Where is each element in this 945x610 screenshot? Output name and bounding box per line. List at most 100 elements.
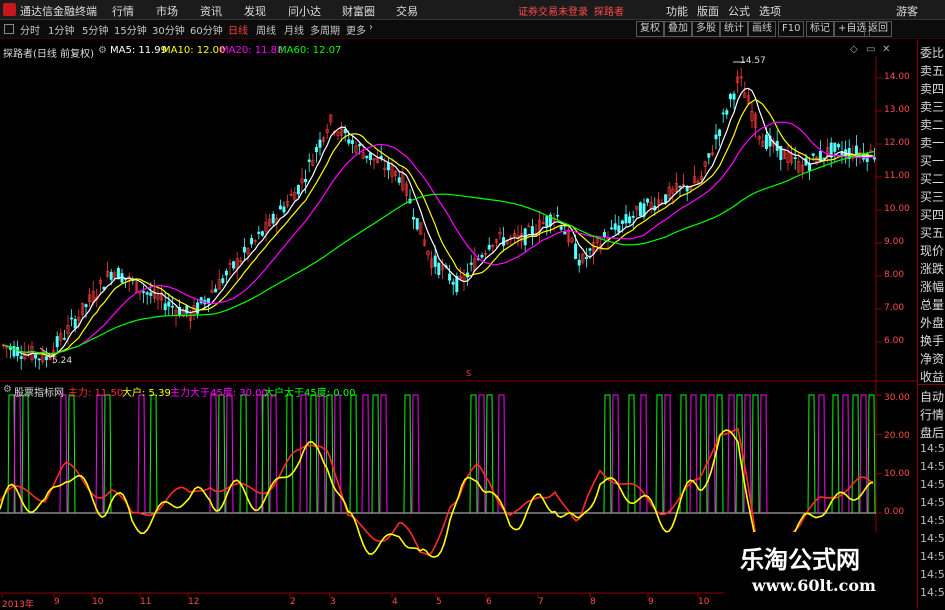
price-tick: 13.00 — [884, 105, 910, 115]
panel-item[interactable]: 总量 — [920, 296, 944, 313]
candle-body — [487, 244, 491, 250]
menu-item-quotes[interactable]: 行情 — [112, 3, 134, 19]
menu-item-trade[interactable]: 交易 — [396, 3, 418, 19]
panel-item[interactable]: 涨跌 — [920, 260, 944, 277]
panel-item[interactable]: 卖五 — [920, 62, 944, 79]
candle-body — [620, 220, 624, 224]
menu-item-formula[interactable]: 公式 — [728, 3, 750, 19]
period-multi[interactable]: 多周期 — [310, 22, 340, 37]
overlay-button[interactable]: 叠加 — [664, 21, 692, 37]
candle-body — [628, 216, 632, 224]
panel-item[interactable]: 买三 — [920, 188, 944, 205]
period-5min[interactable]: 5分钟 — [82, 22, 108, 37]
candle-body — [714, 134, 718, 140]
indicator-bar — [477, 394, 486, 514]
f10-button[interactable]: F10 — [778, 21, 805, 37]
candle-body — [12, 346, 16, 357]
guest-label[interactable]: 游客 — [896, 3, 918, 19]
panel-quote[interactable]: 行情 — [920, 406, 944, 423]
candle-body — [84, 304, 88, 308]
watermark-title: 乐淘公式网 — [740, 545, 860, 574]
menu-item-layout[interactable]: 版面 — [697, 3, 719, 19]
candle-body — [44, 356, 48, 361]
panel-item[interactable]: 涨幅 — [920, 278, 944, 295]
app-title: 通达信金融终端 — [20, 5, 97, 18]
candle-body — [588, 248, 592, 251]
adjust-button[interactable]: 复权 — [636, 21, 664, 37]
period-monthly[interactable]: 月线 — [284, 22, 304, 37]
menu-item-options[interactable]: 选项 — [759, 3, 781, 19]
user-name: 探路者 — [594, 7, 624, 18]
panel-item[interactable]: 收益 — [920, 368, 944, 385]
candle-body — [646, 198, 650, 203]
kline-chart[interactable] — [0, 38, 917, 609]
menu-item-function[interactable]: 功能 — [666, 3, 688, 19]
period-1min[interactable]: 1分钟 — [48, 22, 74, 37]
x-axis-label: 5 — [436, 597, 442, 607]
menu-item-market[interactable]: 市场 — [156, 3, 178, 19]
candle-body — [314, 147, 318, 152]
indicator-bar — [59, 394, 68, 514]
statistics-button[interactable]: 统计 — [720, 21, 748, 37]
panel-item[interactable]: 卖一 — [920, 134, 944, 151]
main-force-value: 主力: 11.50 — [68, 388, 124, 399]
candle-body — [163, 303, 167, 311]
candle-body — [412, 216, 416, 220]
period-weekly[interactable]: 周线 — [256, 22, 276, 37]
indicator-bar — [759, 394, 768, 514]
candle-body — [559, 226, 563, 230]
indicator-bar — [403, 394, 412, 514]
menu-item-wealth[interactable]: 财富圈 — [342, 3, 375, 19]
mark-button[interactable]: 标记 — [806, 21, 834, 37]
period-60min[interactable]: 60分钟 — [190, 22, 223, 37]
panel-item[interactable]: 买四 — [920, 206, 944, 223]
draw-line-button[interactable]: 画线 — [748, 21, 776, 37]
panel-item[interactable]: 买二 — [920, 170, 944, 187]
menu-item-news[interactable]: 资讯 — [200, 3, 222, 19]
indicator-name[interactable]: 股票指标网 — [14, 384, 64, 399]
panel-after-hours[interactable]: 盘后 — [920, 424, 944, 441]
panel-item[interactable]: 外盘 — [920, 314, 944, 331]
panel-item[interactable]: 换手 — [920, 332, 944, 349]
period-daily[interactable]: 日线 — [228, 22, 248, 37]
panel-item[interactable]: 买五 — [920, 224, 944, 241]
period-more[interactable]: 更多 — [346, 22, 366, 37]
indicator-bar — [851, 394, 860, 514]
panel-item[interactable]: 卖三 — [920, 98, 944, 115]
candle-body — [55, 336, 59, 348]
candle-body — [397, 177, 401, 183]
period-15min[interactable]: 15分钟 — [114, 22, 147, 37]
candle-body — [19, 356, 23, 359]
candle-body — [469, 262, 473, 265]
indicator-tick: 30.00 — [884, 393, 910, 403]
chevron-right-icon[interactable]: › — [369, 22, 373, 33]
menu-item-discover[interactable]: 发现 — [244, 3, 266, 19]
panel-item[interactable]: 卖四 — [920, 80, 944, 97]
candle-body — [214, 288, 218, 293]
panel-item[interactable]: 委比 — [920, 44, 944, 61]
candle-body — [836, 144, 840, 148]
candle-body — [764, 134, 768, 150]
multi-stock-button[interactable]: 多股 — [692, 21, 720, 37]
candle-body — [610, 227, 614, 230]
candle-body — [34, 354, 38, 359]
panel-item[interactable]: 卖二 — [920, 116, 944, 133]
panel-time: 14:50 — [920, 496, 945, 509]
indicator-settings-icon[interactable]: ⚙ — [3, 384, 12, 395]
indicator-bar — [325, 394, 334, 514]
period-intraday[interactable]: 分时 — [20, 22, 40, 37]
menu-item-ask[interactable]: 问小达 — [288, 3, 321, 19]
login-notice[interactable]: 证券交易未登录 — [518, 3, 588, 18]
panel-item[interactable]: 净资 — [920, 350, 944, 367]
candle-body — [368, 152, 372, 160]
panel-item[interactable]: 现价 — [920, 242, 944, 259]
ma20-line — [3, 121, 875, 355]
indicator-bar — [309, 394, 318, 514]
candle-body — [631, 215, 635, 218]
panel-auto[interactable]: 自动 — [920, 388, 944, 405]
grid-icon[interactable] — [4, 24, 14, 34]
period-30min[interactable]: 30分钟 — [152, 22, 185, 37]
back-button[interactable]: 返回 — [864, 21, 892, 37]
panel-item[interactable]: 买一 — [920, 152, 944, 169]
candle-body — [221, 278, 225, 284]
